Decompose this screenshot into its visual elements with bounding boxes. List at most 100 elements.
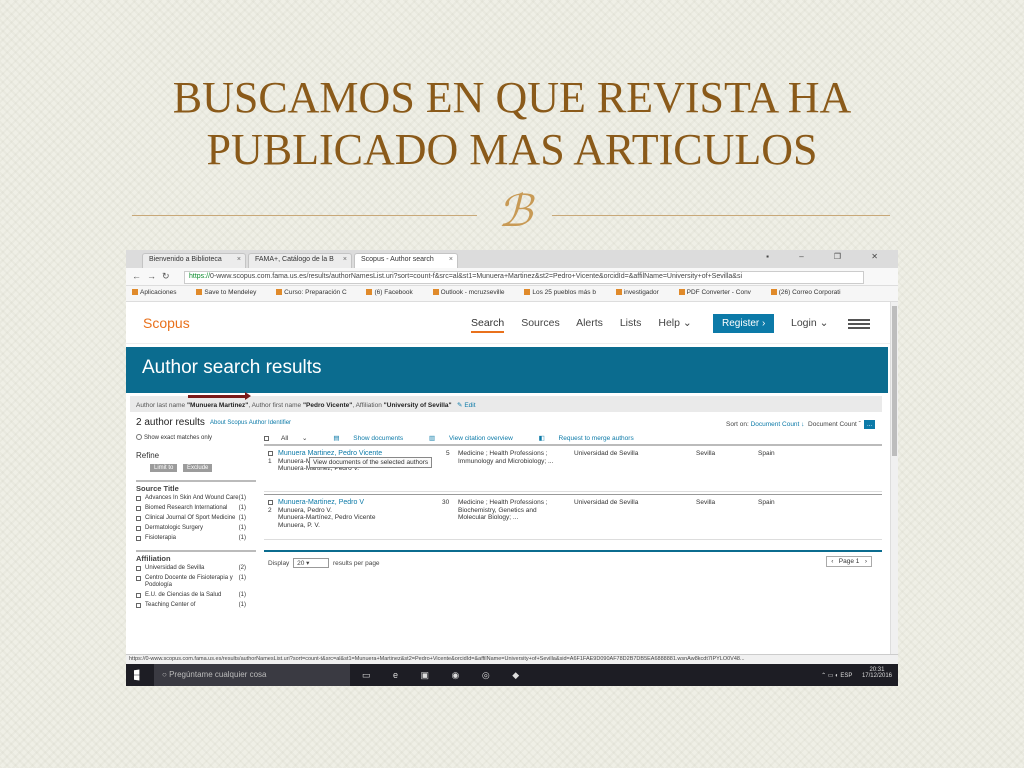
facet-item[interactable]: Clinical Journal Of Sport Medicine (1) xyxy=(136,515,256,522)
row-checkbox[interactable]: 1 xyxy=(268,450,275,465)
search-icon: ○ xyxy=(162,670,167,679)
bookmark-item[interactable]: Aplicaciones xyxy=(132,289,186,296)
bookmark-icon xyxy=(432,289,439,295)
row-checkbox[interactable]: 2 xyxy=(268,499,275,514)
bookmark-icon xyxy=(615,289,622,295)
sort-button[interactable]: ... xyxy=(863,420,876,429)
taskbar-apps[interactable]: ▭ e ▣ ◉ ◎ ◆ xyxy=(362,670,529,681)
about-link[interactable]: About Scopus Author Identifier xyxy=(210,420,291,426)
system-tray: ⌃ ▭ ◐ ESP 20:31 17/12/2016 xyxy=(821,667,892,679)
facet-item[interactable]: Universidad de Sevilla (2) xyxy=(136,565,256,572)
close-icon[interactable]: × xyxy=(449,256,453,263)
results-toolbar: All ⌄ ▤ Show documents ▥ View citation o… xyxy=(264,434,882,446)
tooltip: View documents of the selected authors xyxy=(309,457,433,468)
merge-icon: ◧ xyxy=(538,435,545,442)
city: Sevilla xyxy=(696,499,716,506)
checkbox-icon xyxy=(136,526,141,531)
slide-title-line2: PUBLICADO MAS ARTICULOS xyxy=(206,125,818,174)
checkbox-icon xyxy=(268,500,273,505)
sort-link[interactable]: Document Count ↓ xyxy=(751,421,805,428)
bookmark-icon xyxy=(678,289,685,295)
window-controls[interactable]: ▪ – ❐ ✕ xyxy=(766,252,892,261)
nav-help[interactable]: Help ⌄ xyxy=(658,317,691,329)
bookmark-icon xyxy=(132,289,138,295)
per-page-select[interactable]: 20 ▾ xyxy=(293,558,330,568)
sort-select[interactable]: Document Count xyxy=(808,421,857,428)
bookmark-item[interactable]: (26) Correo Corporati xyxy=(770,289,850,296)
nav-alerts[interactable]: Alerts xyxy=(576,317,603,329)
checkbox-icon xyxy=(268,451,273,456)
facet-item[interactable]: Fisioterapia (1) xyxy=(136,535,256,542)
bookmark-item[interactable]: Outlook - mcruzseville xyxy=(432,289,514,296)
close-icon[interactable]: × xyxy=(237,256,241,263)
show-documents-link[interactable]: ▤ Show documents xyxy=(333,435,415,442)
bookmark-item[interactable]: PDF Converter - Conv xyxy=(678,289,760,296)
tab-fama[interactable]: FAMA+, Catálogo de la B × xyxy=(248,253,352,268)
tab-scopus[interactable]: Scopus - Author search × xyxy=(354,253,458,268)
register-button[interactable]: Register › xyxy=(713,314,775,333)
checkbox-icon xyxy=(136,603,141,608)
radio-icon xyxy=(136,434,142,440)
limit-button[interactable]: Limit to xyxy=(150,464,178,472)
cortana-search-input[interactable]: ○ Pregúntame cualquier cosa xyxy=(154,664,350,686)
login-button[interactable]: Login ⌄ xyxy=(791,317,828,329)
page-title: Author search results xyxy=(126,347,888,393)
scrollbar[interactable] xyxy=(890,302,898,662)
bookmark-icon xyxy=(770,289,777,295)
bookmark-item[interactable]: Save to Mendeley xyxy=(196,289,265,296)
checkbox-icon xyxy=(136,593,141,598)
checkbox-icon xyxy=(136,536,141,541)
citation-overview-link[interactable]: ▥ View citation overview xyxy=(429,435,525,442)
bookmark-icon xyxy=(196,289,203,295)
chart-icon: ▥ xyxy=(428,435,436,442)
bookmarks-bar: Aplicaciones Save to Mendeley Curso: Pre… xyxy=(126,286,898,302)
select-all[interactable]: All ⌄ xyxy=(264,435,320,442)
bookmark-item[interactable]: Los 25 pueblos más b xyxy=(524,289,605,296)
results-panel: All ⌄ ▤ Show documents ▥ View citation o… xyxy=(264,434,882,568)
facet-item[interactable]: Advances In Skin And Wound Care (1) xyxy=(136,495,256,502)
ornament-icon: ℬ xyxy=(497,187,533,236)
refine-panel: Show exact matches only Refine Limit to … xyxy=(136,434,256,612)
subject-areas: Medicine ; Health Professions ; Biochemi… xyxy=(458,499,548,521)
facet-item[interactable]: E.U. de Ciencias de la Salud (1) xyxy=(136,592,256,599)
divider-left xyxy=(132,215,477,216)
nav-search[interactable]: Search xyxy=(471,317,505,333)
document-icon: ▤ xyxy=(333,435,340,442)
scrollbar-thumb[interactable] xyxy=(892,306,897,456)
windows-start-icon[interactable] xyxy=(134,669,140,681)
nav-sources[interactable]: Sources xyxy=(521,317,560,329)
bookmark-item[interactable]: Curso: Preparación C xyxy=(276,289,356,296)
checkbox-icon xyxy=(136,496,141,501)
close-icon[interactable]: × xyxy=(343,256,347,263)
nav-lists[interactable]: Lists xyxy=(620,317,642,329)
scopus-logo[interactable]: Scopus xyxy=(143,315,190,331)
sort-control: Sort on: Document Count ↓ Document Count… xyxy=(726,420,876,429)
merge-authors-link[interactable]: ◧ Request to merge authors xyxy=(539,435,646,442)
display-control: Display 20 ▾ results per page xyxy=(268,558,380,568)
facet-item[interactable]: Biomed Research International (1) xyxy=(136,505,256,512)
facet-item[interactable]: Dermatologic Surgery (1) xyxy=(136,525,256,532)
facet-item[interactable]: Teaching Center of (1) xyxy=(136,602,256,609)
bookmark-icon xyxy=(524,289,531,295)
facet-item[interactable]: Centro Docente de Fisioterapia y Podolog… xyxy=(136,575,256,589)
chevron-down-icon: ⌄ xyxy=(302,435,308,442)
facet-heading-affiliation: Affiliation xyxy=(136,550,256,563)
query-summary: Author last name "Munuera Martinez", Aut… xyxy=(130,396,882,412)
nav-buttons[interactable]: ←→↻ xyxy=(132,271,176,282)
checkbox-icon xyxy=(264,436,269,441)
divider-right xyxy=(552,215,890,216)
exclude-button[interactable]: Exclude xyxy=(183,464,213,472)
edit-link[interactable]: ✎ Edit xyxy=(457,402,475,409)
tab-biblioteca[interactable]: Bienvenido a Biblioteca × xyxy=(142,253,246,268)
menu-icon[interactable] xyxy=(848,319,870,329)
exact-matches[interactable]: Show exact matches only xyxy=(136,434,256,441)
url-input[interactable]: https://0-www.scopus.com.fama.us.es/resu… xyxy=(184,271,864,284)
pagination[interactable]: ‹ Page 1 › xyxy=(826,556,872,567)
result-count: 2 author results xyxy=(136,417,205,428)
bookmark-item[interactable]: (6) Facebook xyxy=(366,289,421,296)
author-name-link[interactable]: Munuera-Martinez, Pedro V xyxy=(278,499,448,507)
chevron-down-icon: ˇ xyxy=(858,421,861,428)
doc-count: 5 xyxy=(446,450,450,457)
bookmark-item[interactable]: investigador xyxy=(615,289,668,296)
results-divider xyxy=(264,550,882,552)
